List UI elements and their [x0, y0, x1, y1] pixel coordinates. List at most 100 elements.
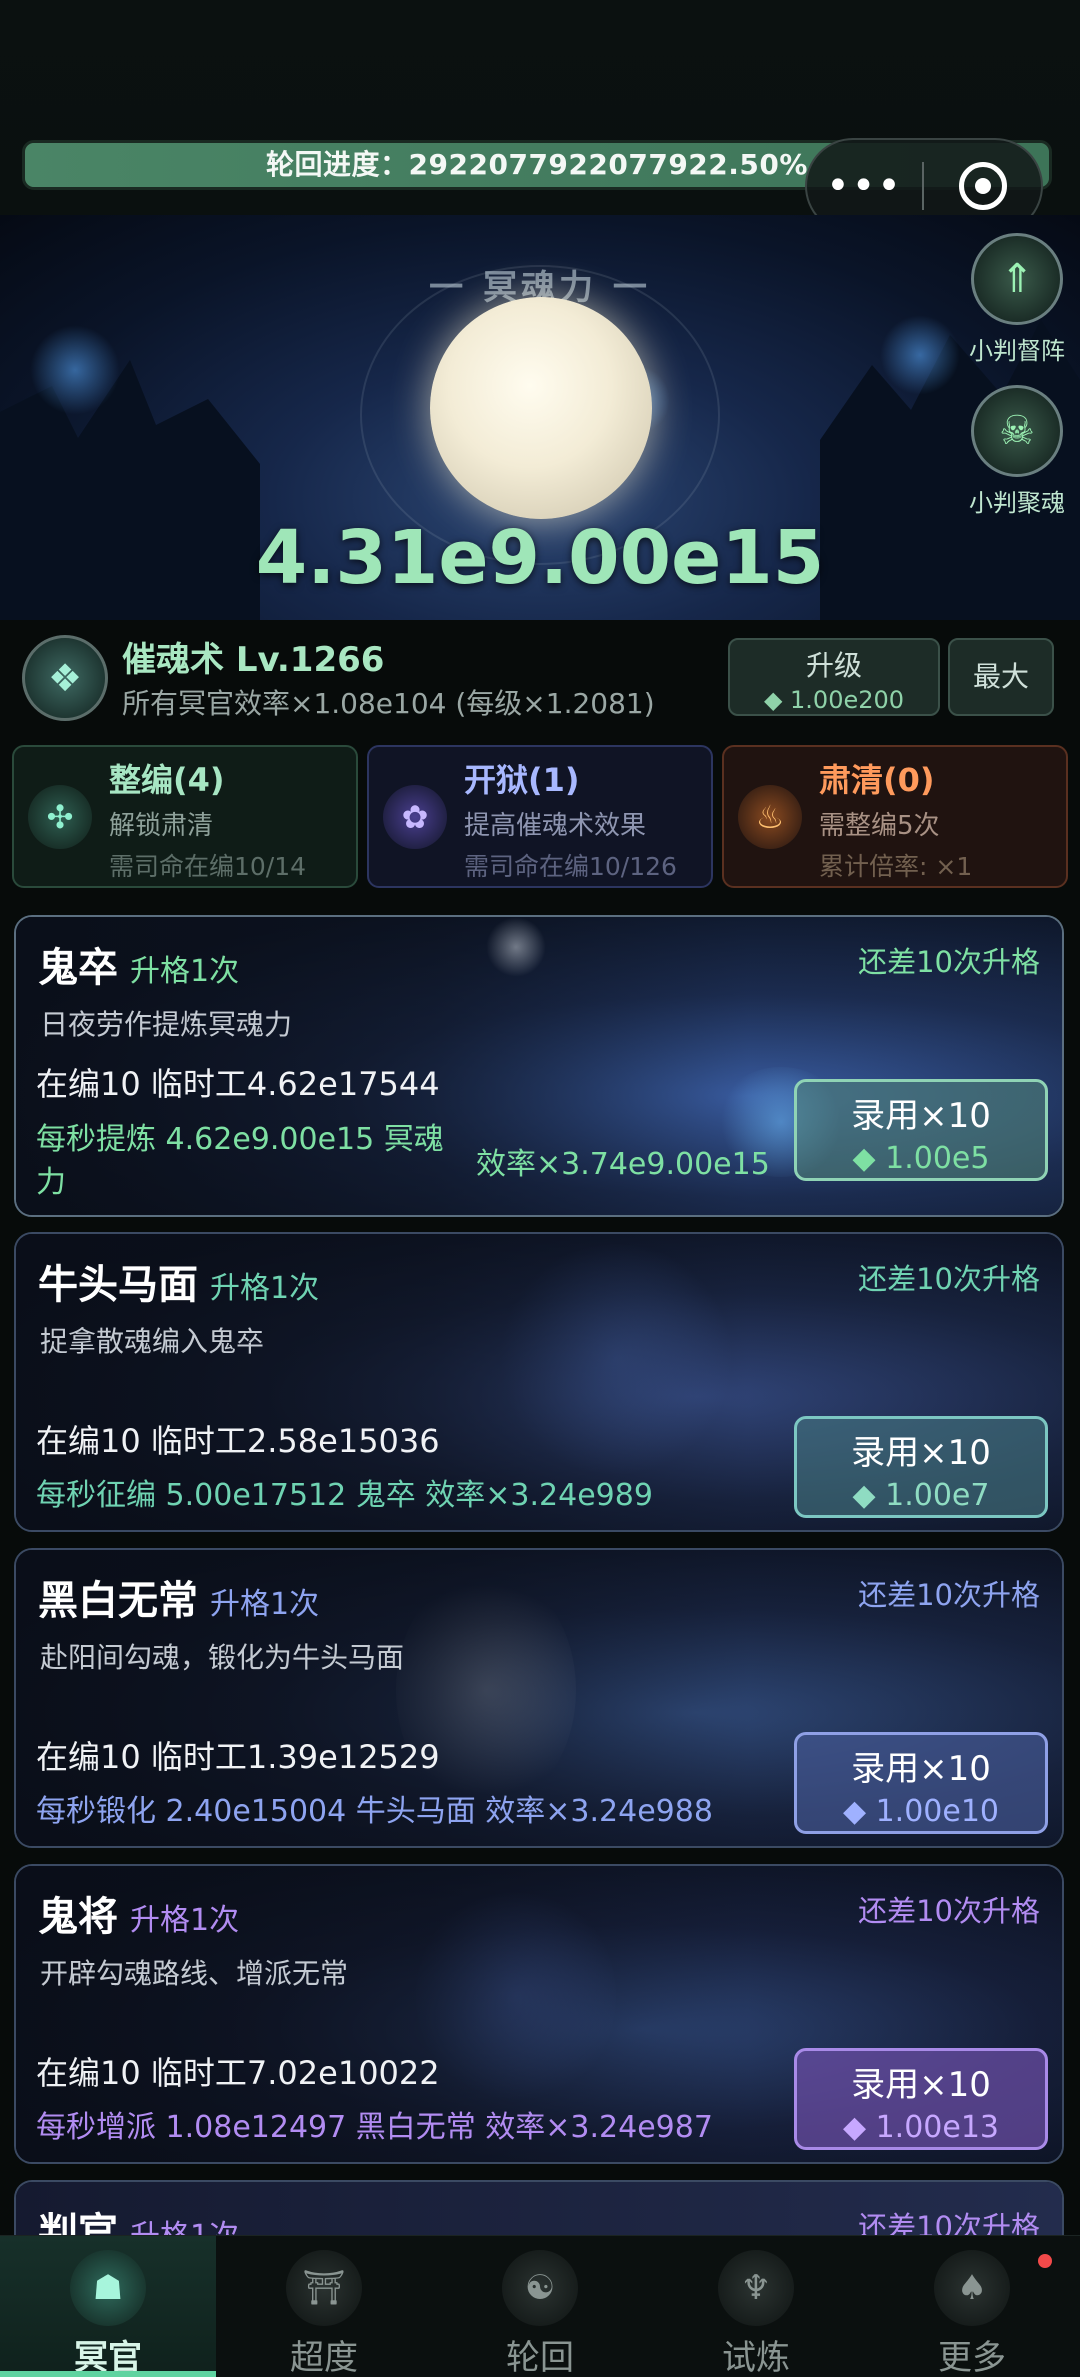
- hire-label: 录用×10: [851, 1433, 991, 1473]
- unit-name: 鬼将 升格1次: [38, 1884, 239, 1942]
- cycle-icon: ☯: [502, 2250, 578, 2326]
- unit-rate: 每秒增派 1.08e12497 黑白无常 效率×3.24e987: [36, 2110, 713, 2145]
- hire-button[interactable]: 录用×10 ◆ 1.00e7: [794, 1416, 1048, 1518]
- unit-grade: 升格1次: [130, 954, 240, 989]
- unit-name-text: 牛头马面: [38, 1262, 198, 1308]
- unit-staff: 在编10 临时工7.02e10022: [36, 2054, 440, 2092]
- tab-salvation[interactable]: ⛩ 超度: [216, 2236, 432, 2377]
- unit-card-black-white-impermanence: 黑白无常 升格1次 还差10次升格 赴阳间勾魂，锻化为牛头马面 在编10 临时工1…: [14, 1548, 1064, 1848]
- panel-desc: 解锁肃清: [109, 811, 214, 841]
- unit-staff: 在编10 临时工1.39e12529: [36, 1738, 440, 1776]
- soul-orb[interactable]: [430, 297, 652, 519]
- unit-desc: 捉拿散魂编入鬼卒: [40, 1325, 265, 1358]
- panel-title: 整编(4): [109, 761, 225, 799]
- side-button-supervise[interactable]: ⇑ 小判督阵: [967, 233, 1067, 366]
- hire-cost: ◆ 1.00e10: [842, 1794, 1000, 1829]
- tab-label: 轮回: [506, 2338, 574, 2377]
- unit-name: 牛头马面 升格1次: [38, 1252, 319, 1310]
- panel-desc: 需整编5次: [819, 811, 940, 841]
- tab-label: 冥官: [74, 2338, 142, 2377]
- unit-name-text: 黑白无常: [38, 1578, 198, 1624]
- max-button[interactable]: 最大: [948, 638, 1054, 716]
- unit-staff: 在编10 临时工2.58e15036: [36, 1422, 440, 1460]
- skull-orb-icon: ☠: [971, 385, 1063, 477]
- panel-title: 开狱(1): [464, 761, 580, 799]
- unit-grade: 升格1次: [210, 1271, 320, 1306]
- flame-icon: ♨: [738, 785, 802, 849]
- panel-purge[interactable]: ♨ 肃清(0) 需整编5次 累计倍率: ×1: [722, 745, 1068, 888]
- hire-button[interactable]: 录用×10 ◆ 1.00e13: [794, 2048, 1048, 2150]
- unit-card-judge: 判官 升格1次 还差10次升格: [14, 2180, 1064, 2240]
- unit-remaining-upgrades: 还差10次升格: [858, 1578, 1040, 1612]
- hire-label: 录用×10: [851, 1096, 991, 1136]
- soul-power-value: 4.31e9.00e15: [255, 515, 825, 601]
- panel-requirement: 累计倍率: ×1: [819, 852, 973, 881]
- unit-grade: 升格1次: [130, 1903, 240, 1938]
- hire-button[interactable]: 录用×10 ◆ 1.00e10: [794, 1732, 1048, 1834]
- shrine-icon: ⛩: [286, 2250, 362, 2326]
- tab-officials[interactable]: ☗ 冥官: [0, 2236, 216, 2377]
- side-button-gather-souls[interactable]: ☠ 小判聚魂: [967, 385, 1067, 518]
- lantern-icon: ♆: [718, 2250, 794, 2326]
- unit-rate: 每秒提炼 4.62e9.00e15 冥魂: [36, 1122, 444, 1157]
- hire-cost: ◆ 1.00e7: [852, 1478, 990, 1513]
- unit-name-text: 鬼卒: [38, 945, 118, 991]
- upgrade-label: 升级: [805, 649, 862, 682]
- unit-name: 黑白无常 升格1次: [38, 1568, 319, 1626]
- bottom-tab-bar: ☗ 冥官 ⛩ 超度 ☯ 轮回 ♆ 试炼 ♠ 更多: [0, 2235, 1080, 2377]
- unit-name: 鬼卒 升格1次: [38, 935, 239, 993]
- lotus-icon: ✿: [383, 785, 447, 849]
- unit-card-ghost-soldier: 鬼卒 升格1次 还差10次升格 日夜劳作提炼冥魂力 在编10 临时工4.62e17…: [14, 915, 1064, 1217]
- ghost-official-icon: ☗: [70, 2250, 146, 2326]
- unit-staff: 在编10 临时工4.62e17544: [36, 1065, 440, 1103]
- compass-icon: ✣: [28, 785, 92, 849]
- unit-rate-wrap: 力: [36, 1165, 66, 1200]
- unit-card-ox-horse: 牛头马面 升格1次 还差10次升格 捉拿散魂编入鬼卒 在编10 临时工2.58e1…: [14, 1232, 1064, 1532]
- hire-label: 录用×10: [851, 2065, 991, 2105]
- notification-badge: [1038, 2254, 1052, 2268]
- panel-open-prison[interactable]: ✿ 开狱(1) 提高催魂术效果 需司命在编10/126: [367, 745, 713, 888]
- unit-desc: 赴阳间勾魂，锻化为牛头马面: [40, 1641, 405, 1674]
- arrows-up-icon: ⇑: [971, 233, 1063, 325]
- panel-title: 肃清(0): [819, 761, 935, 799]
- tab-reincarnation[interactable]: ☯ 轮回: [432, 2236, 648, 2377]
- panel-desc: 提高催魂术效果: [464, 811, 647, 841]
- unit-name: 判官 升格1次: [38, 2200, 239, 2240]
- tab-label: 试炼: [722, 2338, 790, 2377]
- tab-label: 更多: [938, 2338, 1006, 2377]
- hero-banner: 一 冥魂力 一 4.31e9.00e15 ⇑ 小判督阵 ☠ 小判聚魂: [0, 215, 1080, 620]
- tab-more[interactable]: ♠ 更多: [864, 2236, 1080, 2377]
- unit-card-ghost-general: 鬼将 升格1次 还差10次升格 开辟勾魂路线、增派无常 在编10 临时工7.02e…: [14, 1864, 1064, 2164]
- skill-name: 催魂术 Lv.1266: [122, 640, 385, 680]
- unit-remaining-upgrades: 还差10次升格: [858, 945, 1040, 979]
- top-area: 轮回进度：2922077922077922.50% •••: [0, 0, 1080, 234]
- hire-button[interactable]: 录用×10 ◆ 1.00e5: [794, 1079, 1048, 1181]
- side-button-label: 小判督阵: [969, 337, 1065, 365]
- unit-remaining-upgrades: 还差10次升格: [858, 1894, 1040, 1928]
- panel-requirement: 需司命在编10/14: [109, 852, 307, 881]
- unit-remaining-upgrades: 还差10次升格: [858, 1262, 1040, 1296]
- unit-rate: 每秒征编 5.00e17512 鬼卒 效率×3.24e989: [36, 1478, 653, 1513]
- hire-cost: ◆ 1.00e13: [842, 2110, 1000, 2145]
- side-button-label: 小判聚魂: [969, 489, 1065, 517]
- panel-requirement: 需司命在编10/126: [464, 852, 677, 881]
- skill-row: ❖ 催魂术 Lv.1266 所有冥官效率×1.08e104 (每级×1.2081…: [22, 630, 1058, 730]
- unit-name-text: 鬼将: [38, 1894, 118, 1940]
- unit-grade: 升格1次: [210, 1587, 320, 1622]
- unit-desc: 开辟勾魂路线、增派无常: [40, 1957, 349, 1990]
- close-program-button[interactable]: [924, 162, 1041, 210]
- skill-desc: 所有冥官效率×1.08e104 (每级×1.2081): [122, 687, 655, 720]
- skill-icon: ❖: [22, 635, 108, 721]
- unit-desc: 日夜劳作提炼冥魂力: [40, 1008, 293, 1041]
- tab-trial[interactable]: ♆ 试炼: [648, 2236, 864, 2377]
- unit-rate: 每秒锻化 2.40e15004 牛头马面 效率×3.24e988: [36, 1794, 713, 1829]
- spade-icon: ♠: [934, 2250, 1010, 2326]
- panel-reorganize[interactable]: ✣ 整编(4) 解锁肃清 需司命在编10/14: [12, 745, 358, 888]
- unit-efficiency: 效率×3.74e9.00e15: [476, 1147, 770, 1182]
- hire-cost: ◆ 1.00e5: [852, 1141, 990, 1176]
- upgrade-button[interactable]: 升级 ◆ 1.00e200: [728, 638, 940, 716]
- upgrade-cost: ◆ 1.00e200: [763, 686, 905, 714]
- hire-label: 录用×10: [851, 1749, 991, 1789]
- target-icon: [958, 162, 1007, 210]
- blue-flame-glow: [30, 325, 120, 415]
